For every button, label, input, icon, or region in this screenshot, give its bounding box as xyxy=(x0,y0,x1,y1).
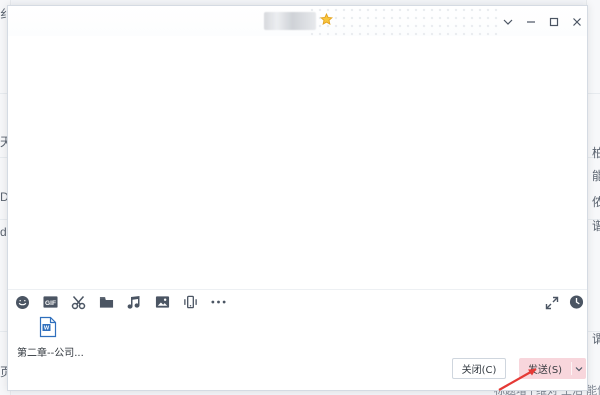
chat-window: GIF W 第二章--公司... 关闭(C) 发送(S) xyxy=(7,5,588,391)
minimize-button[interactable] xyxy=(526,16,536,29)
attachment-file-name: 第二章--公司... xyxy=(17,348,84,359)
screen-share-button[interactable] xyxy=(183,295,198,310)
desktop-background: 纟 天 D d 页 柏 能 侬 谱 谓 标题增 | 维对 生活 能停 xyxy=(0,0,600,395)
background-text: d xyxy=(0,225,7,239)
composer-right-tools xyxy=(544,294,584,310)
collapse-button[interactable] xyxy=(503,16,513,29)
contact-name[interactable] xyxy=(264,12,316,30)
background-text: 能 xyxy=(592,169,600,183)
expand-icon xyxy=(545,296,558,309)
close-button[interactable]: 关闭(C) xyxy=(452,358,506,379)
screenshot-button[interactable] xyxy=(71,295,86,310)
more-icon xyxy=(211,300,226,304)
title-bar-pattern xyxy=(308,6,499,40)
emoji-icon xyxy=(16,295,29,309)
gif-button[interactable]: GIF xyxy=(43,295,58,310)
close-icon xyxy=(573,18,581,26)
minimize-icon xyxy=(527,21,535,23)
background-text: 柏 xyxy=(592,146,600,160)
send-file-button[interactable] xyxy=(99,295,114,310)
background-text: 侬 xyxy=(592,195,600,209)
screen-share-icon xyxy=(184,295,197,309)
chevron-down-icon xyxy=(503,19,513,25)
image-icon xyxy=(155,296,170,308)
word-file-badge: W xyxy=(44,326,50,332)
history-button[interactable] xyxy=(569,294,584,309)
gif-label: GIF xyxy=(45,300,56,307)
message-history[interactable] xyxy=(8,36,587,289)
image-button[interactable] xyxy=(155,295,170,310)
send-button-group: 发送(S) xyxy=(519,358,586,379)
attachment[interactable]: W 第二章--公司... xyxy=(12,316,90,360)
music-button[interactable] xyxy=(127,295,142,310)
emoji-button[interactable] xyxy=(15,295,30,310)
composer-divider xyxy=(8,289,587,290)
composer-toolbar: GIF xyxy=(15,293,226,311)
folder-icon xyxy=(99,297,114,308)
background-text: 谱 xyxy=(592,219,600,233)
expand-composer-button[interactable] xyxy=(544,295,559,310)
more-tools-button[interactable] xyxy=(211,295,226,310)
word-file-icon: W xyxy=(39,316,57,338)
history-icon xyxy=(569,294,584,309)
background-text: 谓 xyxy=(592,332,600,346)
title-bar[interactable] xyxy=(8,6,587,40)
close-window-button[interactable] xyxy=(572,16,582,29)
send-options-button[interactable] xyxy=(572,358,586,379)
composer-buttons: 关闭(C) 发送(S) xyxy=(452,357,586,379)
maximize-button[interactable] xyxy=(549,16,559,29)
music-icon xyxy=(127,295,140,309)
chevron-down-icon xyxy=(575,366,583,371)
gif-icon: GIF xyxy=(43,296,58,308)
star-icon[interactable] xyxy=(320,13,333,26)
send-button[interactable]: 发送(S) xyxy=(519,358,571,379)
scissors-icon xyxy=(71,295,86,309)
window-controls xyxy=(503,14,581,30)
maximize-icon xyxy=(549,17,559,27)
